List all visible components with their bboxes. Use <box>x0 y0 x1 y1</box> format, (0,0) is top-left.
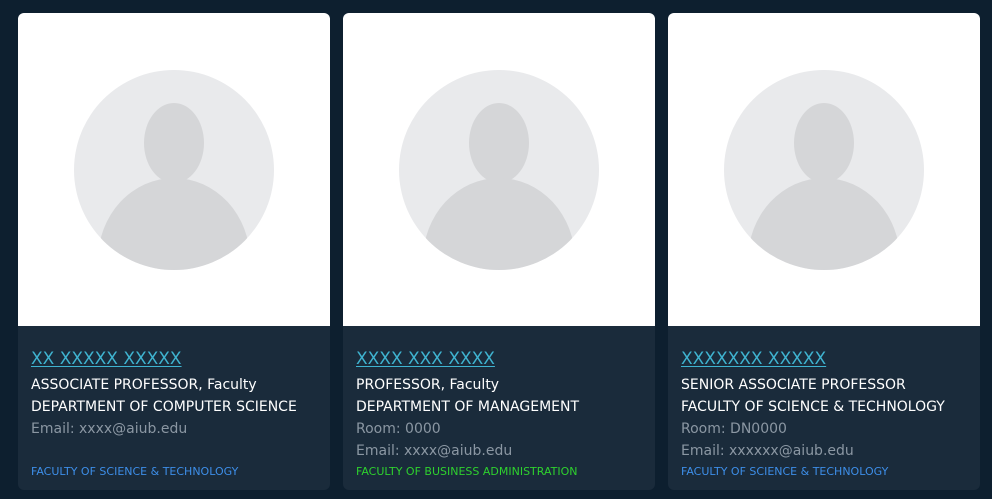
faculty-name-link[interactable]: XXXX XXX XXXX <box>356 348 495 370</box>
faculty-card: XXXX XXX XXXX PROFESSOR, Faculty DEPARTM… <box>343 13 655 490</box>
avatar-placeholder-icon <box>399 69 599 270</box>
faculty-affiliation: FACULTY OF SCIENCE & TECHNOLOGY <box>681 465 889 478</box>
faculty-email: Email: xxxx@aiub.edu <box>31 421 188 437</box>
faculty-title: PROFESSOR, Faculty <box>356 377 500 393</box>
faculty-affiliation: FACULTY OF BUSINESS ADMINISTRATION <box>356 465 578 478</box>
faculty-info: XXXXXXX XXXXX SENIOR ASSOCIATE PROFESSOR… <box>668 326 980 490</box>
faculty-title: SENIOR ASSOCIATE PROFESSOR <box>681 377 906 393</box>
faculty-photo <box>18 13 330 326</box>
faculty-affiliation: FACULTY OF SCIENCE & TECHNOLOGY <box>31 465 239 478</box>
faculty-email: Email: xxxxxx@aiub.edu <box>681 443 854 459</box>
faculty-info: XX XXXXX XXXXX ASSOCIATE PROFESSOR, Facu… <box>18 326 330 490</box>
faculty-department: DEPARTMENT OF COMPUTER SCIENCE <box>31 399 297 415</box>
faculty-card: XX XXXXX XXXXX ASSOCIATE PROFESSOR, Facu… <box>18 13 330 490</box>
faculty-room: Room: 0000 <box>356 421 441 437</box>
faculty-email: Email: xxxx@aiub.edu <box>356 443 513 459</box>
faculty-card: XXXXXXX XXXXX SENIOR ASSOCIATE PROFESSOR… <box>668 13 980 490</box>
faculty-department: DEPARTMENT OF MANAGEMENT <box>356 399 580 415</box>
avatar-placeholder-icon <box>724 69 924 270</box>
faculty-room: Room: DN0000 <box>681 421 787 437</box>
faculty-title: ASSOCIATE PROFESSOR, Faculty <box>31 377 257 393</box>
faculty-department: FACULTY OF SCIENCE & TECHNOLOGY <box>681 399 945 415</box>
avatar-placeholder-icon <box>74 69 274 270</box>
faculty-name-link[interactable]: XX XXXXX XXXXX <box>31 348 182 370</box>
faculty-photo <box>343 13 655 326</box>
faculty-card-grid: XX XXXXX XXXXX ASSOCIATE PROFESSOR, Facu… <box>18 13 980 490</box>
faculty-info: XXXX XXX XXXX PROFESSOR, Faculty DEPARTM… <box>343 326 655 490</box>
faculty-name-link[interactable]: XXXXXXX XXXXX <box>681 348 826 370</box>
faculty-photo <box>668 13 980 326</box>
